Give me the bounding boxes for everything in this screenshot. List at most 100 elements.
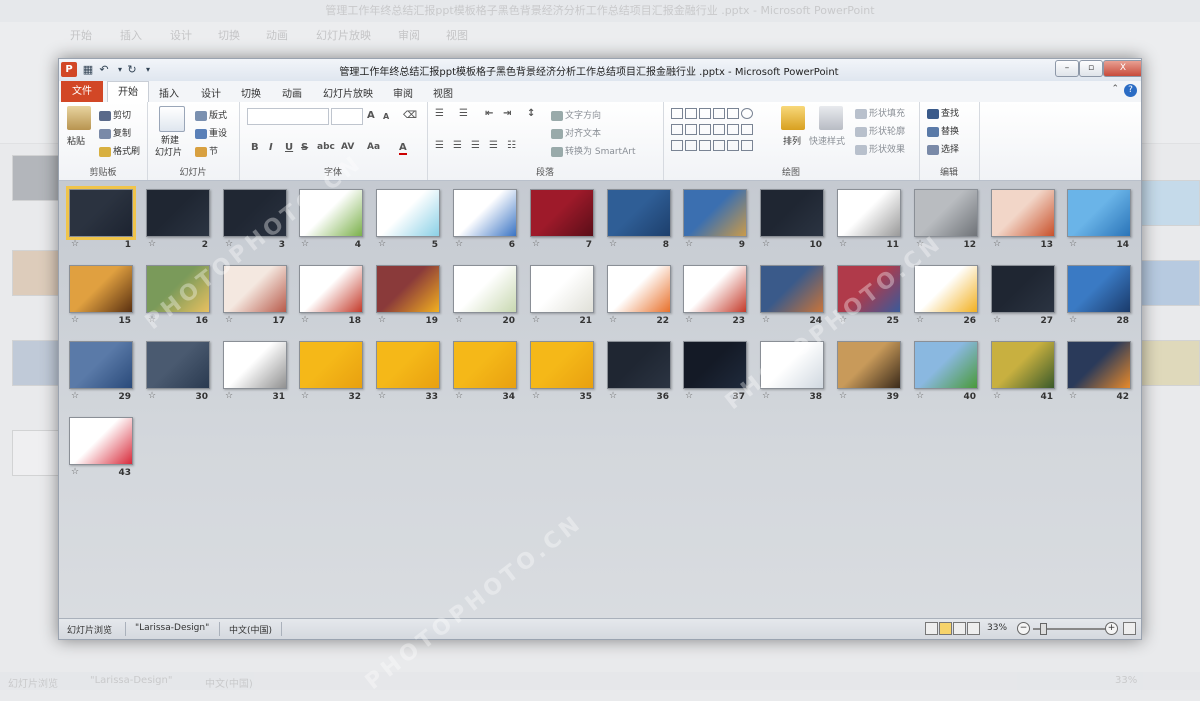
slide-thumbnail[interactable] — [991, 265, 1055, 313]
shape-item[interactable] — [671, 140, 683, 151]
transition-icon[interactable]: ☆ — [532, 239, 540, 249]
line-spacing-icon[interactable]: ↕ — [527, 108, 535, 119]
zoom-out-icon[interactable]: − — [1017, 622, 1030, 635]
redo-icon[interactable]: ↻ — [125, 62, 139, 77]
paste-icon[interactable] — [67, 106, 91, 130]
tab-slideshow[interactable]: 幻灯片放映 — [323, 85, 373, 100]
slide-thumbnail[interactable] — [837, 189, 901, 237]
transition-icon[interactable]: ☆ — [839, 239, 847, 249]
transition-icon[interactable]: ☆ — [1069, 315, 1077, 325]
tab-home[interactable]: 开始 — [107, 81, 149, 103]
find-button[interactable]: 查找 — [927, 106, 959, 119]
tab-design[interactable]: 设计 — [201, 85, 221, 100]
transition-icon[interactable]: ☆ — [378, 391, 386, 401]
transition-icon[interactable]: ☆ — [148, 391, 156, 401]
format-painter-button[interactable]: 格式刷 — [99, 144, 140, 157]
slide-thumbnail[interactable] — [760, 189, 824, 237]
transition-icon[interactable]: ☆ — [301, 391, 309, 401]
shape-item[interactable] — [727, 108, 739, 119]
transition-icon[interactable]: ☆ — [762, 239, 770, 249]
slide-thumbnail[interactable] — [69, 417, 133, 465]
align-right-icon[interactable]: ☰ — [471, 140, 480, 151]
slide-thumbnail[interactable] — [376, 265, 440, 313]
slide-thumbnail[interactable] — [376, 189, 440, 237]
slide-thumbnail[interactable] — [837, 341, 901, 389]
paste-button[interactable]: 粘贴 — [67, 134, 85, 147]
slide-thumbnail[interactable] — [607, 341, 671, 389]
numbering-icon[interactable]: ☰ — [459, 108, 468, 119]
zoom-in-icon[interactable]: + — [1105, 622, 1118, 635]
align-text-button[interactable]: 对齐文本 — [551, 126, 601, 139]
transition-icon[interactable]: ☆ — [225, 315, 233, 325]
shape-item[interactable] — [741, 140, 753, 151]
undo-icon[interactable]: ↶ — [97, 62, 111, 77]
tab-view[interactable]: 视图 — [433, 85, 453, 100]
normal-view-icon[interactable] — [925, 622, 938, 635]
shape-item[interactable] — [699, 108, 711, 119]
help-icon[interactable]: ? — [1124, 84, 1137, 97]
transition-icon[interactable]: ☆ — [609, 391, 617, 401]
restore-button[interactable]: ▫ — [1079, 60, 1103, 77]
close-button[interactable]: X — [1103, 60, 1141, 77]
shape-item[interactable] — [685, 124, 697, 135]
minimize-button[interactable]: – — [1055, 60, 1079, 77]
columns-icon[interactable]: ☷ — [507, 140, 516, 151]
shape-effects-button[interactable]: 形状效果 — [855, 142, 905, 155]
slide-thumbnail[interactable] — [66, 186, 136, 240]
shape-item[interactable] — [713, 124, 725, 135]
bullets-icon[interactable]: ☰ — [435, 108, 444, 119]
slide-thumbnail[interactable] — [69, 265, 133, 313]
strikethrough-button[interactable]: S — [301, 142, 308, 153]
transition-icon[interactable]: ☆ — [71, 391, 79, 401]
slide-thumbnail[interactable] — [530, 265, 594, 313]
slide-thumbnail[interactable] — [530, 189, 594, 237]
font-name-combo[interactable] — [247, 108, 329, 125]
shape-item[interactable] — [727, 124, 739, 135]
language-indicator[interactable]: 中文(中国) — [229, 623, 272, 636]
shape-item[interactable] — [713, 140, 725, 151]
reset-button[interactable]: 重设 — [195, 126, 227, 139]
slide-thumbnail[interactable] — [146, 189, 210, 237]
transition-icon[interactable]: ☆ — [71, 239, 79, 249]
transition-icon[interactable]: ☆ — [993, 315, 1001, 325]
text-direction-button[interactable]: 文字方向 — [551, 108, 601, 121]
clear-format-icon[interactable]: ⌫ — [403, 110, 417, 121]
transition-icon[interactable]: ☆ — [71, 467, 79, 477]
slide-sorter-view-icon[interactable] — [939, 622, 952, 635]
transition-icon[interactable]: ☆ — [301, 239, 309, 249]
shrink-font-button[interactable]: A — [383, 112, 389, 121]
transition-icon[interactable]: ☆ — [148, 239, 156, 249]
slide-sorter[interactable]: ☆ 1 ☆ 2 ☆ 3 ☆ 4 ☆ 5 ☆ 6 ☆ 7 ☆ 8 ☆ 9 ☆ 10 ☆ 11 ☆ 12 ☆ 13 ☆ 14 ☆ 15 ☆ 16 ☆… — [59, 181, 1141, 618]
shape-item[interactable] — [741, 124, 753, 135]
fit-to-window-icon[interactable] — [1123, 622, 1136, 635]
slide-thumbnail[interactable] — [1067, 341, 1131, 389]
font-size-combo[interactable] — [331, 108, 363, 125]
slide-thumbnail[interactable] — [223, 341, 287, 389]
slide-thumbnail[interactable] — [607, 265, 671, 313]
align-left-icon[interactable]: ☰ — [435, 140, 444, 151]
customize-qat-icon[interactable]: ▾ — [141, 62, 155, 77]
transition-icon[interactable]: ☆ — [378, 315, 386, 325]
tab-insert[interactable]: 插入 — [159, 85, 179, 100]
tab-file[interactable]: 文件 — [61, 81, 103, 102]
justify-icon[interactable]: ☰ — [489, 140, 498, 151]
slide-thumbnail[interactable] — [683, 265, 747, 313]
transition-icon[interactable]: ☆ — [916, 315, 924, 325]
reading-view-icon[interactable] — [953, 622, 966, 635]
transition-icon[interactable]: ☆ — [455, 239, 463, 249]
increase-indent-icon[interactable]: ⇥ — [503, 108, 511, 119]
transition-icon[interactable]: ☆ — [685, 391, 693, 401]
transition-icon[interactable]: ☆ — [455, 315, 463, 325]
powerpoint-app-icon[interactable]: P — [61, 62, 77, 77]
slide-thumbnail[interactable] — [453, 265, 517, 313]
transition-icon[interactable]: ☆ — [225, 391, 233, 401]
underline-button[interactable]: U — [285, 142, 293, 153]
slide-thumbnail[interactable] — [1067, 189, 1131, 237]
slide-thumbnail[interactable] — [683, 189, 747, 237]
copy-button[interactable]: 复制 — [99, 126, 131, 139]
bold-button[interactable]: B — [251, 142, 259, 153]
transition-icon[interactable]: ☆ — [532, 391, 540, 401]
transition-icon[interactable]: ☆ — [455, 391, 463, 401]
shape-item[interactable] — [713, 108, 725, 119]
grow-font-button[interactable]: A — [367, 110, 375, 121]
